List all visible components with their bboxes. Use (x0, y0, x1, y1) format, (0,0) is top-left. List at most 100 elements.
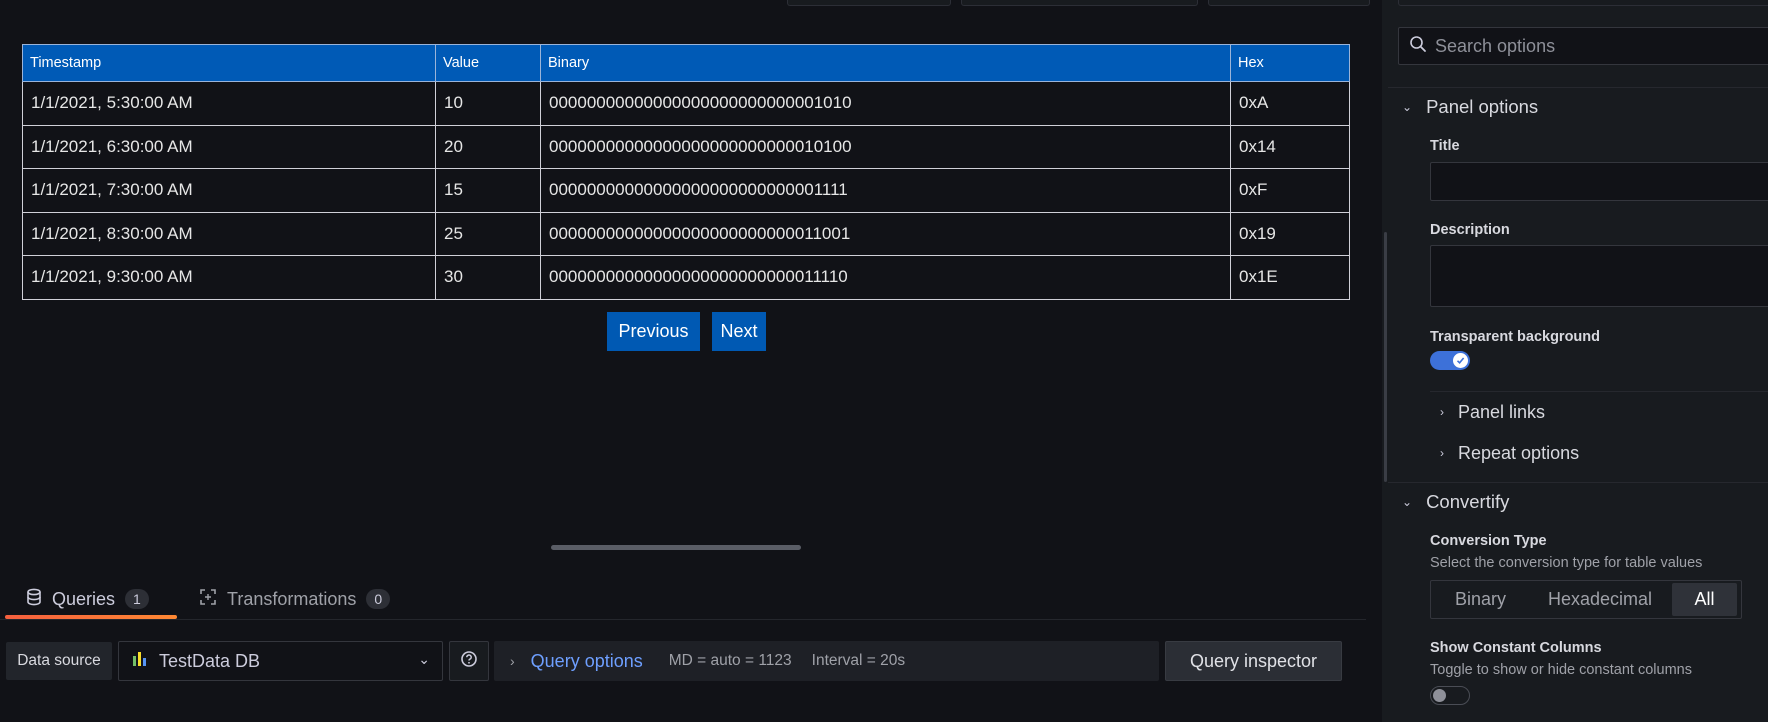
value-cell: 15 (435, 168, 541, 213)
horizontal-resize-handle[interactable] (551, 545, 801, 550)
active-tab-indicator (5, 615, 177, 619)
table-row: 1/1/2021, 7:30:00 AM 15 000000000000000000… (22, 168, 1350, 213)
data-source-value: TestData DB (159, 650, 261, 671)
hex-cell: 0x19 (1230, 211, 1350, 256)
column-header-hex: Hex (1230, 44, 1350, 82)
database-icon (26, 588, 42, 611)
table-row: 1/1/2021, 6:30:00 AM 20 000000000000000000… (22, 124, 1350, 169)
data-source-label: Data source (6, 642, 112, 680)
query-tabs: Queries 1 Transformations 0 (0, 578, 1366, 620)
timestamp-cell: 1/1/2021, 5:30:00 AM (22, 81, 436, 126)
query-options-toggle[interactable]: › Query options MD = auto = 1123 Interva… (494, 641, 1159, 681)
column-header-value: Value (435, 44, 541, 82)
column-header-timestamp: Timestamp (22, 44, 436, 82)
binary-cell: 00000000000000000000000000011110 (540, 255, 1231, 300)
tab-queries-label: Queries (52, 588, 116, 609)
transparent-background-label: Transparent background (1430, 329, 1601, 345)
hex-cell: 0x1E (1230, 255, 1350, 300)
value-cell: 10 (435, 81, 541, 126)
show-constant-columns-description: Toggle to show or hide constant columns (1430, 662, 1692, 678)
hex-cell: 0xF (1230, 168, 1350, 213)
binary-cell: 00000000000000000000000000011001 (540, 211, 1231, 256)
transform-icon (199, 588, 217, 611)
binary-cell: 00000000000000000000000000010100 (540, 124, 1231, 169)
value-cell: 20 (435, 124, 541, 169)
hex-cell: 0xA (1230, 81, 1350, 126)
conversion-type-description: Select the conversion type for table val… (1430, 555, 1703, 571)
panel-links-label: Panel links (1458, 401, 1546, 422)
table-row: 1/1/2021, 9:30:00 AM 30 000000000000000000… (22, 255, 1350, 300)
options-pane: ⌄ Panel options Title Description Transp… (1388, 0, 1768, 722)
panel-options-heading: Panel options (1426, 96, 1539, 117)
query-header-row: Data source TestData DB ⌄ › Query option… (0, 640, 1366, 684)
timestamp-cell: 1/1/2021, 9:30:00 AM (22, 255, 436, 300)
splitter-grip[interactable] (1384, 232, 1387, 482)
question-icon (460, 650, 478, 673)
conversion-type-radio-group: Binary Hexadecimal All (1430, 580, 1742, 619)
panel-links-section[interactable]: › Panel links (1430, 392, 1768, 432)
table-row: 1/1/2021, 8:30:00 AM 25 000000000000000000… (22, 211, 1350, 256)
options-toolbar-remnant (1398, 0, 1768, 6)
panel-options-header[interactable]: ⌄ Panel options (1402, 96, 1538, 118)
conversion-type-label: Conversion Type (1430, 533, 1547, 549)
pagination: Previous Next (0, 312, 1366, 352)
toolbar-button[interactable] (1208, 0, 1370, 6)
queries-count-badge: 1 (125, 589, 149, 609)
chevron-right-icon: › (510, 653, 515, 669)
value-cell: 25 (435, 211, 541, 256)
transparent-background-toggle[interactable] (1430, 351, 1470, 370)
chevron-down-icon: ⌄ (1402, 495, 1413, 509)
timestamp-cell: 1/1/2021, 6:30:00 AM (22, 124, 436, 169)
conversion-option-all[interactable]: All (1672, 583, 1737, 616)
toggle-knob (1433, 689, 1446, 702)
tab-transformations[interactable]: Transformations 0 (199, 578, 391, 620)
toolbar-button[interactable] (787, 0, 951, 6)
timestamp-cell: 1/1/2021, 8:30:00 AM (22, 211, 436, 256)
value-cell: 30 (435, 255, 541, 300)
section-divider (1388, 482, 1768, 483)
toggle-knob (1453, 353, 1468, 368)
show-constant-columns-label: Show Constant Columns (1430, 640, 1602, 656)
interval-info: Interval = 20s (811, 652, 906, 669)
max-data-points-info: MD = auto = 1123 (668, 652, 792, 669)
conversion-option-hexadecimal[interactable]: Hexadecimal (1530, 583, 1670, 616)
help-button[interactable] (449, 641, 489, 681)
next-button[interactable]: Next (712, 312, 766, 351)
chevron-right-icon: › (1440, 405, 1444, 419)
toolbar-button[interactable] (961, 0, 1198, 6)
repeat-options-label: Repeat options (1458, 442, 1580, 463)
tab-transformations-label: Transformations (227, 588, 357, 609)
toolbar-remnant (0, 0, 1370, 8)
converted-data-table: Timestamp Value Binary Hex 1/1/2021, 5:3… (22, 44, 1350, 300)
transformations-count-badge: 0 (366, 589, 391, 609)
options-search[interactable] (1398, 27, 1768, 65)
binary-cell: 00000000000000000000000000001010 (540, 81, 1231, 126)
query-options-label: Query options (530, 650, 643, 671)
convertify-heading: Convertify (1426, 491, 1510, 512)
show-constant-columns-toggle[interactable] (1430, 686, 1470, 705)
timestamp-cell: 1/1/2021, 7:30:00 AM (22, 168, 436, 213)
chevron-right-icon: › (1440, 446, 1444, 460)
hex-cell: 0x14 (1230, 124, 1350, 169)
tab-queries[interactable]: Queries 1 (26, 578, 149, 620)
search-input[interactable] (1435, 35, 1735, 57)
data-source-picker[interactable]: TestData DB ⌄ (118, 641, 443, 681)
testdata-icon (131, 650, 149, 673)
previous-button[interactable]: Previous (607, 312, 700, 351)
chevron-down-icon: ⌄ (1402, 100, 1413, 114)
search-icon (1409, 35, 1427, 58)
description-textarea[interactable] (1430, 245, 1768, 307)
section-divider (1388, 87, 1768, 88)
repeat-options-section[interactable]: › Repeat options (1430, 433, 1768, 473)
table-header-row: Timestamp Value Binary Hex (22, 44, 1350, 82)
table-row: 1/1/2021, 5:30:00 AM 10 000000000000000000… (22, 81, 1350, 126)
convertify-header[interactable]: ⌄ Convertify (1402, 491, 1509, 513)
title-input[interactable] (1430, 162, 1768, 201)
check-icon (1456, 357, 1465, 364)
conversion-option-binary[interactable]: Binary (1433, 583, 1528, 616)
query-inspector-button[interactable]: Query inspector (1165, 641, 1342, 681)
column-header-binary: Binary (540, 44, 1231, 82)
binary-cell: 00000000000000000000000000001111 (540, 168, 1231, 213)
chevron-down-icon: ⌄ (418, 651, 430, 667)
description-label: Description (1430, 222, 1510, 238)
